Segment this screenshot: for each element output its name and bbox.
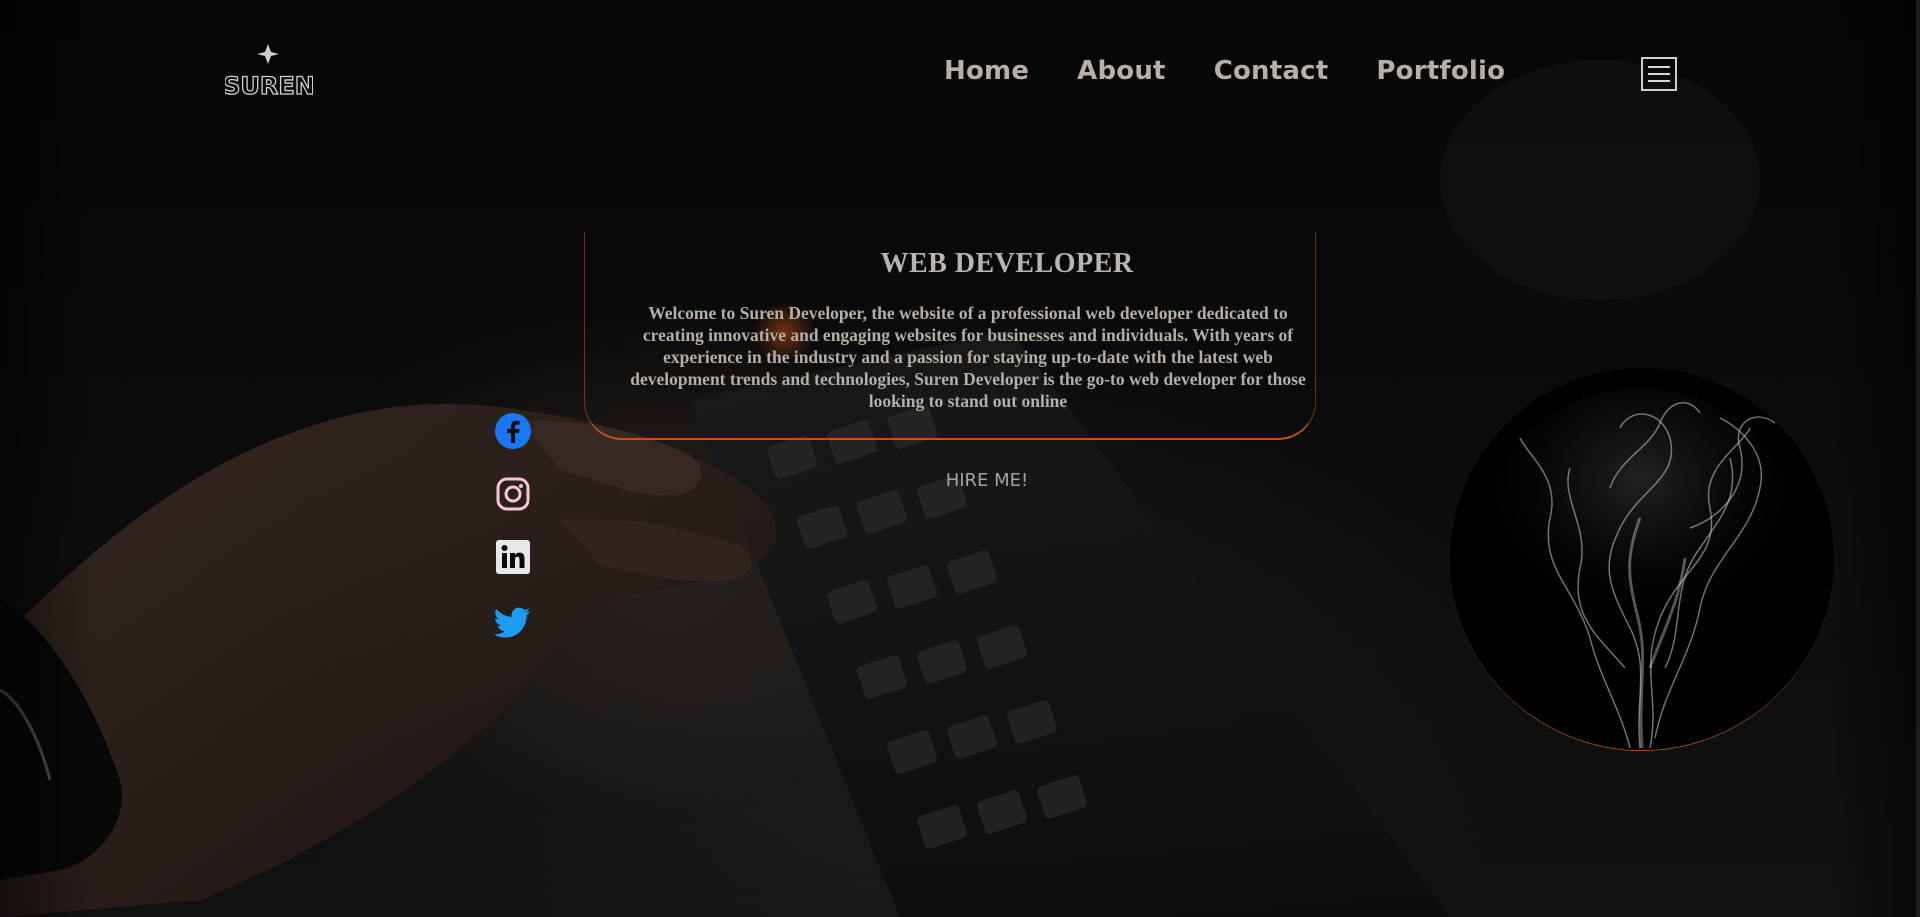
menu-bar bbox=[1648, 66, 1670, 68]
instagram-icon[interactable] bbox=[494, 475, 532, 513]
menu-bar bbox=[1648, 73, 1670, 75]
nav-portfolio[interactable]: Portfolio bbox=[1376, 56, 1505, 86]
nav-home[interactable]: Home bbox=[944, 56, 1029, 86]
facebook-icon[interactable] bbox=[494, 412, 532, 450]
logo-text: SUREN bbox=[225, 72, 313, 100]
nav-contact[interactable]: Contact bbox=[1214, 56, 1329, 86]
right-vignette bbox=[1830, 0, 1920, 917]
hero-title: WEB DEVELOPER bbox=[880, 248, 1134, 279]
logo-mark: SUREN bbox=[222, 44, 316, 101]
main-nav: Home About Contact Portfolio bbox=[944, 56, 1505, 86]
site-logo[interactable]: SUREN bbox=[222, 40, 316, 101]
hero-description: Welcome to Suren Developer, the website … bbox=[630, 303, 1306, 411]
page: SUREN Home About Contact Portfolio WEB D… bbox=[0, 0, 1920, 917]
nav-about[interactable]: About bbox=[1077, 56, 1166, 86]
smoke-image bbox=[1450, 368, 1834, 751]
linkedin-icon[interactable] bbox=[494, 538, 532, 576]
scrollbar[interactable] bbox=[1916, 0, 1920, 917]
menu-bar bbox=[1648, 80, 1670, 82]
hire-me-button[interactable]: HIRE ME! bbox=[936, 468, 1038, 492]
twitter-icon[interactable] bbox=[494, 604, 532, 642]
hamburger-menu-icon[interactable] bbox=[1641, 57, 1677, 91]
left-vignette bbox=[0, 0, 96, 917]
